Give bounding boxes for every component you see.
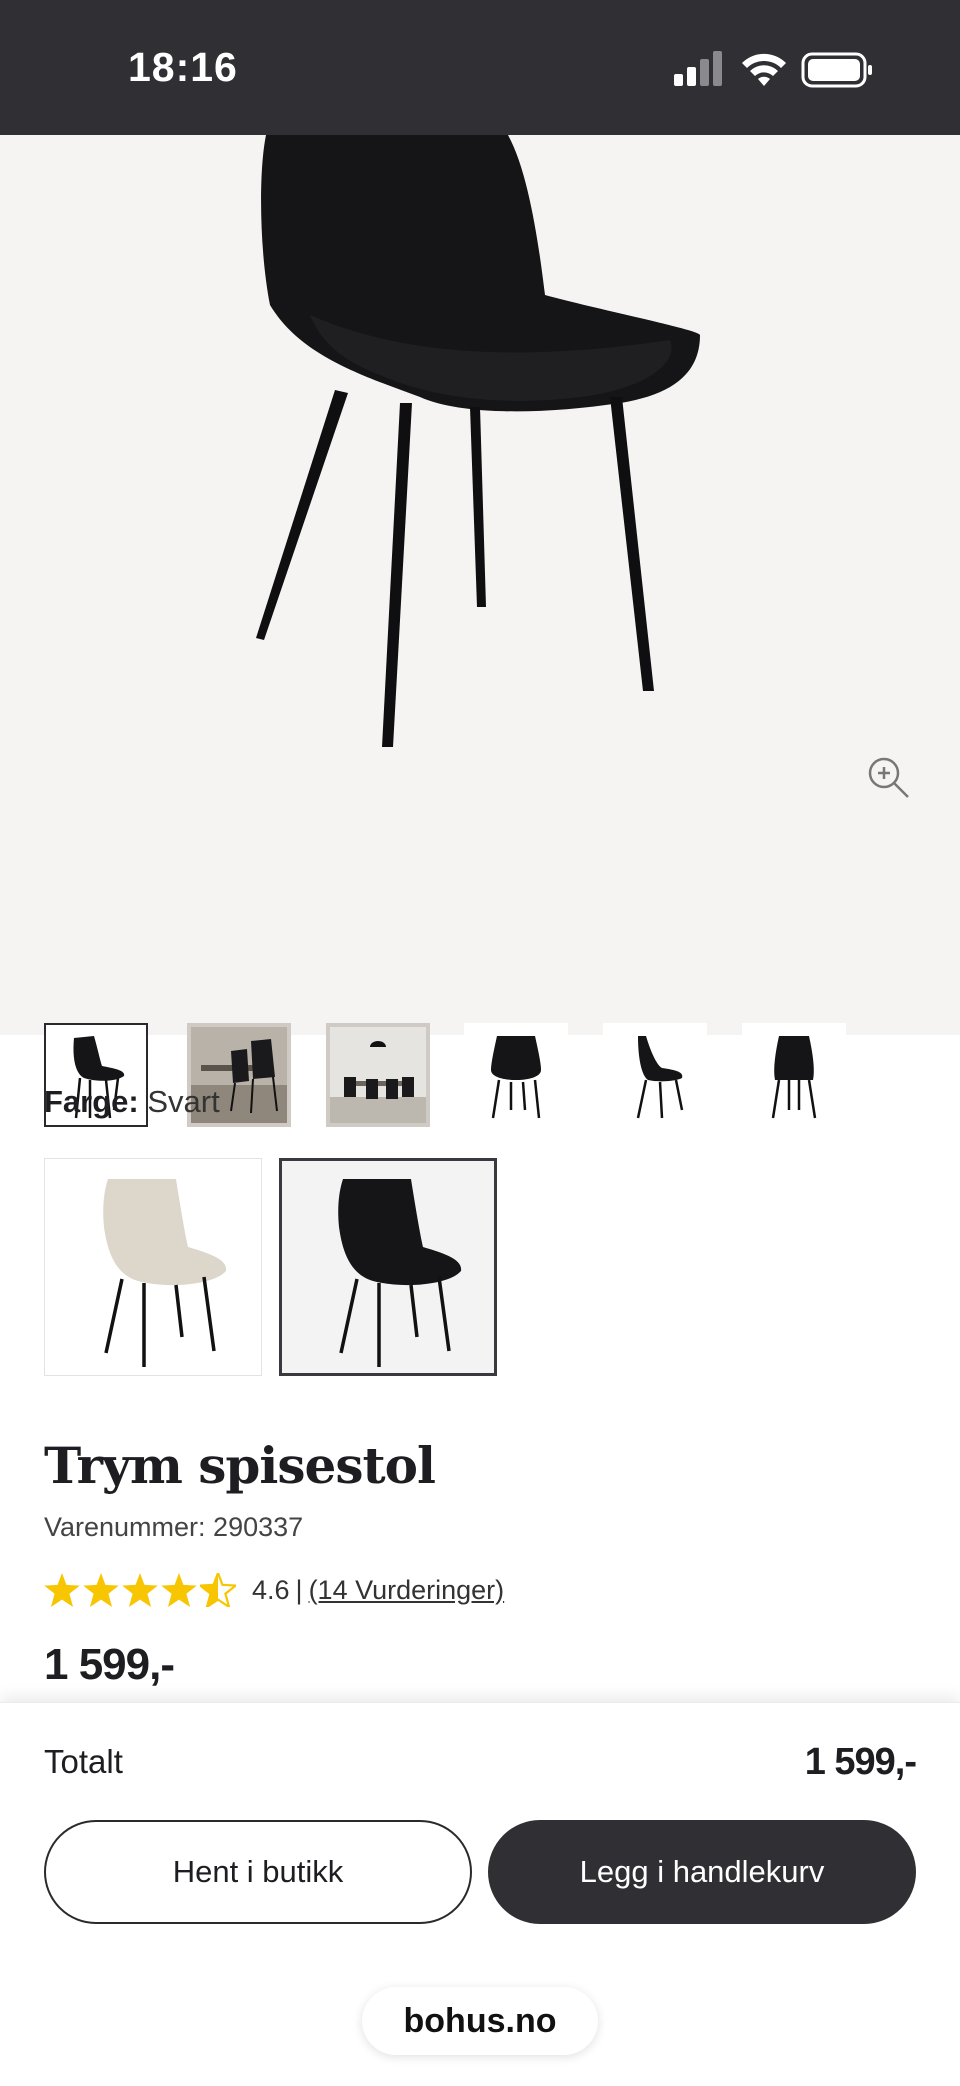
checkout-panel: Totalt 1 599,- Hent i butikk Legg i hand…: [0, 1702, 960, 2086]
chair-black-image: [256, 135, 700, 747]
star-icon: [161, 1573, 197, 1607]
total-value: 1 599,-: [804, 1741, 917, 1783]
rating-row: 4.6 | (14 Vurderinger): [44, 1570, 504, 1610]
reviews-link[interactable]: (14 Vurderinger): [309, 1575, 505, 1606]
signal-icon: [674, 51, 722, 86]
rating-value: 4.6: [252, 1574, 290, 1605]
rating-separator: |: [295, 1574, 303, 1605]
add-to-cart-button[interactable]: Legg i handlekurv: [488, 1820, 916, 1924]
status-time: 18:16: [128, 44, 238, 90]
color-value: Svart: [147, 1084, 220, 1119]
battery-icon: [801, 52, 872, 88]
total-label: Totalt: [44, 1743, 123, 1780]
status-icons: [674, 50, 874, 90]
star-icon: [83, 1573, 119, 1607]
half-star-icon: [200, 1573, 236, 1607]
product-title: Trym spisestol: [44, 1436, 436, 1495]
color-option-beige[interactable]: [44, 1158, 262, 1376]
status-bar: 18:16: [0, 0, 960, 135]
star-icon: [44, 1573, 80, 1607]
product-sku: Varenummer: 290337: [44, 1512, 304, 1542]
thumbnail-chair-front[interactable]: [464, 1023, 568, 1127]
color-label: Farge: Svart: [44, 1084, 220, 1120]
thumbnail-dining-room-2[interactable]: [326, 1023, 430, 1127]
browser-url-pill[interactable]: bohus.no: [362, 1987, 598, 2055]
color-option-black[interactable]: [279, 1158, 497, 1376]
wifi-icon: [742, 53, 786, 86]
product-price: 1 599,-: [44, 1640, 175, 1689]
pickup-in-store-button[interactable]: Hent i butikk: [44, 1820, 472, 1924]
color-label-key: Farge:: [44, 1084, 139, 1119]
rating-stars: [44, 1573, 236, 1607]
zoom-in-icon[interactable]: [866, 755, 912, 801]
star-icon: [122, 1573, 158, 1607]
thumbnail-chair-back[interactable]: [742, 1023, 846, 1127]
thumbnail-chair-profile[interactable]: [603, 1023, 707, 1127]
product-image-area[interactable]: [0, 135, 960, 1127]
